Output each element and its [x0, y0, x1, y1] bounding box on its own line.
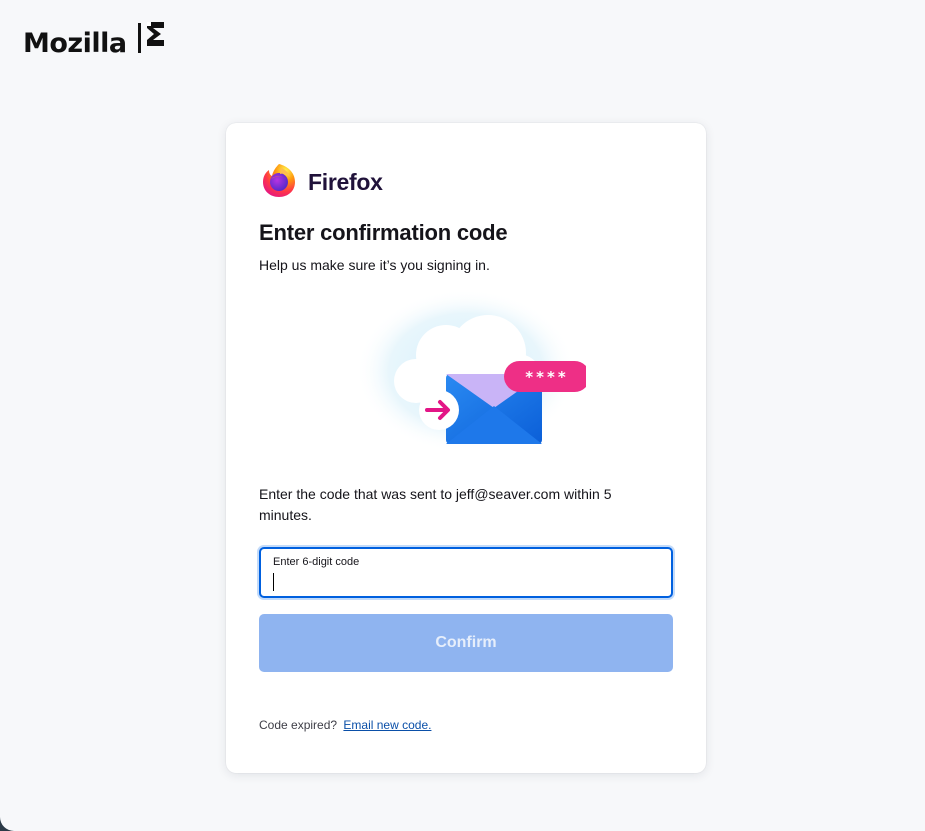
window-corner — [0, 817, 14, 831]
email-new-code-link[interactable]: Email new code. — [343, 718, 431, 732]
mozilla-m-icon — [137, 20, 167, 59]
confirm-button[interactable]: Confirm — [259, 614, 673, 672]
page-title: Enter confirmation code — [259, 220, 508, 245]
confirmation-card: Firefox Enter confirmation code Help us … — [226, 123, 706, 773]
code-expired-text: Code expired? — [259, 718, 338, 732]
page-subtitle: Help us make sure it’s you signing in. — [259, 257, 490, 273]
mozilla-wordmark: Mozilla — [23, 28, 127, 59]
page: Mozilla Firefox Enter confirmation code … — [0, 0, 925, 831]
instruction-text: Enter the code that was sent to jeff@sea… — [259, 486, 612, 523]
code-input[interactable] — [271, 571, 661, 593]
firefox-brand: Firefox — [259, 160, 383, 205]
firefox-wordmark: Firefox — [308, 169, 383, 195]
code-expired-row: Code expired? Email new code. — [259, 718, 431, 732]
code-field[interactable]: Enter 6-digit code — [259, 547, 673, 598]
svg-text:****: **** — [525, 368, 568, 386]
firefox-logo-icon — [259, 160, 299, 205]
text-caret — [273, 573, 274, 591]
code-field-label: Enter 6-digit code — [273, 556, 360, 568]
email-code-illustration: **** — [346, 283, 590, 453]
mozilla-logo[interactable]: Mozilla — [23, 20, 167, 60]
